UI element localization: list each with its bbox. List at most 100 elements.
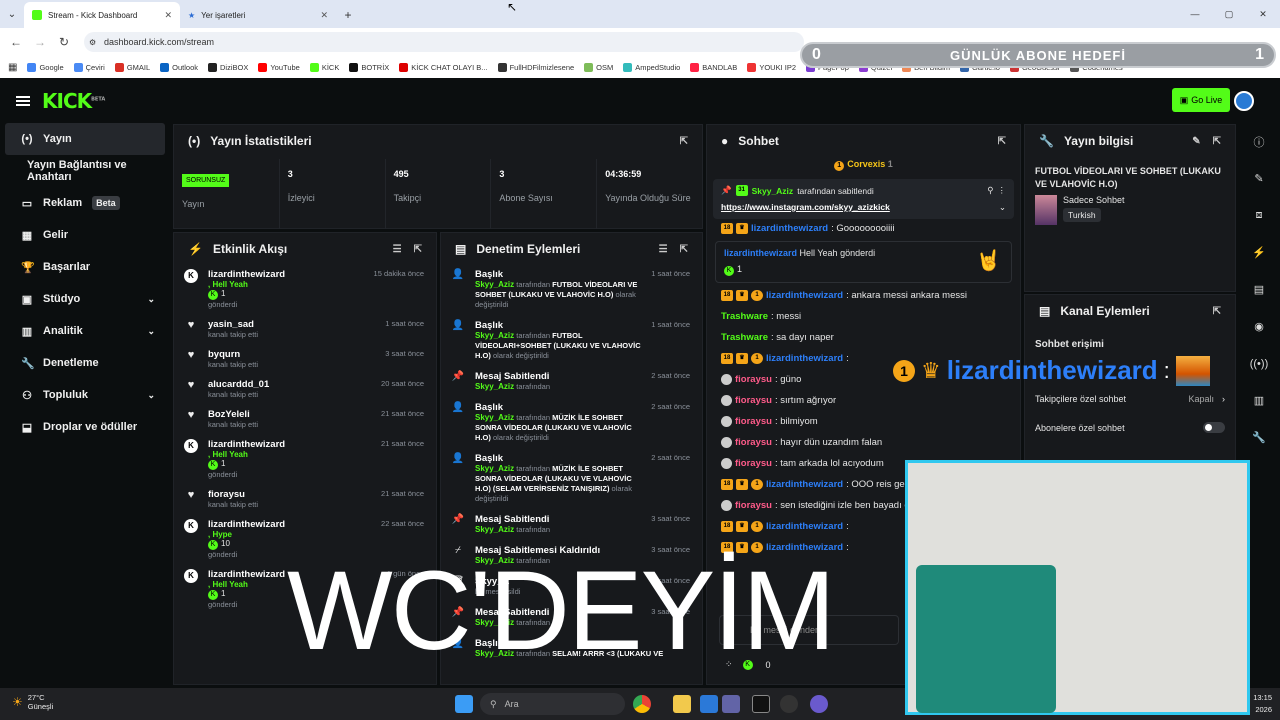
moderation-item: 👤 Başlık Skyy_Aziz tarafından MÜZİK İLE SO… [451,453,690,503]
activity-event: Klizardinthewizard, Hype K 10 gönderdi 22 sa… [174,515,436,565]
chevron-down-icon[interactable]: ⌄ [147,390,155,401]
chrome-icon[interactable] [633,695,651,713]
chevron-down-icon[interactable]: ⌄ [999,202,1006,213]
minimize-icon[interactable]: — [1178,0,1212,28]
sidebar-item-label: Topluluk [43,389,89,401]
moderation-item: 📌 Mesaj Sabitlendi Skyy_Aziz tarafından 3 … [451,607,690,627]
close-window-icon[interactable]: ✕ [1246,0,1280,28]
followers-only-row[interactable]: Takipçilere özel sohbet Kapalı › [1025,394,1235,422]
app-icon[interactable] [700,695,718,713]
chevron-down-icon[interactable]: ⌄ [147,294,155,305]
bookmark-item[interactable]: YouTube [258,62,300,72]
popout-icon[interactable]: ⇱ [1213,136,1221,147]
moderation-item: 👤 Başlık Skyy_Aziz tarafından FUTBOL VİDEO… [451,320,690,360]
gifter-badge-icon: 1 [751,521,763,532]
bookmark-item[interactable]: KİCK CHAT OLAYI B... [399,62,488,72]
popout-icon[interactable]: ⇱ [680,244,688,255]
sidebar-item-2[interactable]: ▭ Reklam Beta [5,187,165,219]
layout-icon[interactable]: ▥ [1238,382,1280,419]
sidebar-item-5[interactable]: ▣ Stüdyo ⌄ [5,283,165,315]
clipboard-icon[interactable]: ▤ [1238,271,1280,308]
chat-overlay-highlight: 1 ♛ lizardinthewizard : [893,355,1210,386]
user-badge-icon [721,374,732,385]
menu-icon[interactable] [16,95,30,106]
back-icon[interactable]: ← [4,35,28,49]
bookmark-item[interactable]: FullHDFilmizlesene [497,62,574,72]
reload-icon[interactable]: ↻ [52,35,76,49]
app-icon[interactable] [780,695,798,713]
popout-icon[interactable]: ⇱ [414,244,422,255]
new-tab-button[interactable]: + [336,2,360,28]
popout-icon[interactable]: ⇱ [1213,306,1221,317]
popout-icon[interactable]: ⇱ [998,136,1006,147]
clock[interactable]: 13:15 2026 [1253,692,1272,716]
sidebar-item-6[interactable]: ▥ Analitik ⌄ [5,315,165,347]
broadcast-icon[interactable]: ((•)) [1238,345,1280,382]
bookmark-item[interactable]: Outlook [160,62,198,72]
taskbar-search[interactable]: ⚲ Ara [480,693,625,715]
chat-message: fioraysu: bilmiyom [707,411,1020,432]
chevron-down-icon[interactable]: ⌄ [147,326,155,337]
bolt-icon[interactable]: ⚡ [1238,234,1280,271]
sidebar-item-4[interactable]: 🏆 Başarılar [5,251,165,283]
filter-icon[interactable]: ☰ [393,244,402,255]
bookmark-item[interactable]: BANDLAB [690,62,737,72]
kick-logo[interactable]: KICKBETA [42,89,105,113]
language-tag[interactable]: Turkish [1063,208,1101,222]
bookmark-item[interactable]: Çeviri [73,62,105,72]
sidebar-item-8[interactable]: ⚇ Topluluk ⌄ [5,379,165,411]
chat-input[interactable]: Bir mesaj gönderin [719,615,899,645]
avatar[interactable] [1234,91,1254,111]
app-icon[interactable] [752,695,770,713]
more-icon[interactable]: ⋮ [998,185,1007,196]
bookmark-item[interactable]: KİCK [309,62,339,72]
sidebar-item-3[interactable]: ▦ Gelir [5,219,165,251]
file-explorer-icon[interactable] [673,695,691,713]
bookmark-item[interactable]: DiziBOX [208,62,248,72]
edit-icon[interactable]: ✎ [1192,136,1200,147]
bookmark-item[interactable]: Google [27,62,64,72]
tab-list-button[interactable]: ⌄ [0,0,24,28]
crop-icon[interactable]: ⧈ [1238,197,1280,234]
teams-icon[interactable] [722,695,740,713]
bookmark-item[interactable]: YOUKI IP2 [747,62,796,72]
chat-bubble-icon[interactable]: ◉ [1238,308,1280,345]
filter-icon[interactable]: ☰ [659,244,668,255]
sidebar-item-9[interactable]: ⬓ Droplar ve ödüller [5,411,165,443]
bookmark-item[interactable]: AmpedStudio [623,62,680,72]
wrench-icon[interactable]: 🔧 [1238,419,1280,456]
maximize-icon[interactable]: ▢ [1212,0,1246,28]
tab-bookmarks[interactable]: ★ Yer işaretleri ✕ [180,2,336,28]
pin-icon[interactable]: ⚲ [987,185,993,196]
app-icon[interactable] [810,695,828,713]
activity-event: ♥ alucarddd_01 kanalı takip etti 20 saat ön… [174,375,436,405]
close-tab-icon[interactable]: ✕ [320,10,328,21]
go-live-button[interactable]: ▣ Go Live [1172,88,1230,112]
site-info-icon[interactable]: ⚙ [89,38,96,47]
moderation-item: 👤 Başlık Skyy_Aziz tarafından MÜZİK İLE SO… [451,402,690,442]
url-field[interactable]: ⚙ dashboard.kick.com/stream [84,32,804,52]
bookmark-item[interactable]: OSM [584,62,613,72]
bookmark-item[interactable]: BOTRİX [349,62,389,72]
tab-kick-dashboard[interactable]: Stream - Kick Dashboard ✕ [24,2,180,28]
crown-icon: ♛ [736,542,748,553]
tab-title: Stream - Kick Dashboard [48,10,138,20]
forward-icon[interactable]: → [28,35,52,49]
bookmark-item[interactable]: GMAIL [114,62,150,72]
pinned-link[interactable]: https://www.instagram.com/skyy_azizkick [721,202,890,213]
sidebar-item-0[interactable]: (•) Yayın [5,123,165,155]
analytics-icon: ▥ [21,325,33,338]
toggle-switch[interactable] [1203,422,1225,433]
sidebar-item-7[interactable]: 🔧 Denetleme [5,347,165,379]
info-icon[interactable]: ⓘ [1238,123,1280,160]
edit-icon[interactable]: ✎ [1238,160,1280,197]
weather-widget[interactable]: ☀ 27°C Güneşli [12,693,53,711]
settings-dots-icon[interactable]: ⁘ [725,659,733,670]
popout-icon[interactable]: ⇱ [680,136,688,147]
start-icon[interactable] [455,695,473,713]
user-badge-icon [721,500,732,511]
close-tab-icon[interactable]: ✕ [164,10,172,21]
sidebar-item-1[interactable]: Yayın Bağlantısı ve Anahtarı [5,155,165,187]
apps-icon[interactable]: ▦ [8,62,17,73]
panel-title: Etkinlik Akışı [212,242,288,256]
